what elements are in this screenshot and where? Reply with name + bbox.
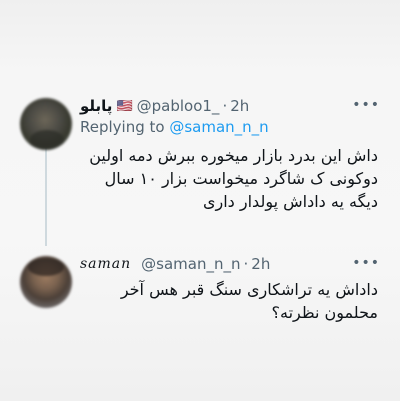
- us-flag-icon: 🇺🇸: [116, 98, 133, 114]
- more-dots-icon[interactable]: •••: [352, 255, 380, 271]
- timestamp[interactable]: 2h: [251, 255, 270, 273]
- separator-dot: ·: [222, 97, 228, 115]
- screen: پابلو 🇺🇸 @pabloo1_ · 2h ••• Replying to …: [0, 0, 400, 401]
- tweet-text: داش این بدرد بازار میخوره ببرش دمه اولین…: [89, 146, 378, 211]
- user-handle[interactable]: @saman_n_n: [141, 255, 240, 273]
- replying-to-mention[interactable]: @saman_n_n: [169, 118, 268, 136]
- avatar[interactable]: [20, 256, 72, 308]
- separator-dot: ·: [243, 255, 249, 273]
- tweet-text: داداش یه تراشکاری سنگ قبر هس آخر محلمون …: [120, 280, 378, 322]
- replying-to: Replying to @saman_n_n: [80, 118, 269, 136]
- more-dots-icon[interactable]: •••: [352, 97, 380, 113]
- user-handle[interactable]: @pabloo1_: [137, 97, 220, 115]
- display-name[interactable]: saman: [80, 256, 131, 272]
- tweet-saman[interactable]: saman @saman_n_n · 2h ••• داداش یه تراشک…: [0, 250, 400, 360]
- tweet-pabloo1[interactable]: پابلو 🇺🇸 @pabloo1_ · 2h ••• Replying to …: [0, 92, 400, 252]
- display-name[interactable]: پابلو: [80, 97, 112, 115]
- replying-to-label: Replying to: [80, 118, 165, 136]
- timestamp[interactable]: 2h: [230, 97, 249, 115]
- avatar[interactable]: [20, 98, 72, 150]
- tweet-header: پابلو 🇺🇸 @pabloo1_ · 2h •••: [80, 95, 380, 117]
- tweet-header: saman @saman_n_n · 2h •••: [80, 253, 380, 275]
